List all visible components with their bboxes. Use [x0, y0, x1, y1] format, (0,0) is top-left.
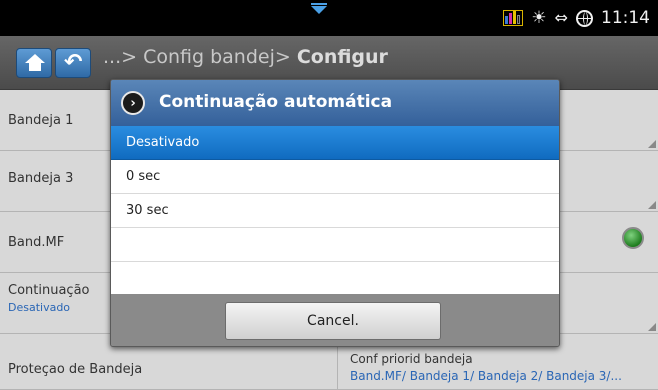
dialog-title: Continuação automática — [159, 92, 393, 112]
sun-icon[interactable]: ☀ — [531, 9, 546, 27]
globe-icon[interactable] — [576, 9, 593, 27]
row-label: Band.MF — [8, 235, 65, 250]
status-led-icon — [622, 227, 644, 249]
back-button[interactable]: ↶ — [55, 48, 91, 78]
corner-indicator-icon — [648, 201, 656, 209]
option-desativado[interactable]: Desativado — [111, 126, 559, 160]
dialog-title-bar: › Continuação automática — [111, 80, 559, 126]
breadcrumb: ...> Config bandej> Configur — [103, 46, 388, 68]
auto-continue-dialog: › Continuação automática Desativado 0 se… — [110, 79, 560, 347]
breadcrumb-current: Configur — [296, 46, 388, 68]
home-button[interactable] — [16, 48, 52, 78]
breadcrumb-path: ...> Config bandej> — [103, 46, 297, 68]
home-icon — [25, 54, 45, 71]
down-arrow-icon[interactable] — [311, 3, 327, 14]
option-0-sec[interactable]: 0 sec — [111, 160, 559, 194]
toner-level-icon[interactable] — [503, 10, 524, 26]
row-label: Proteçao de Bandeja — [8, 362, 143, 377]
clock: 11:14 — [601, 8, 650, 28]
status-bar: ☀ ⇔ 11:14 — [0, 0, 658, 36]
back-arrow-icon: ↶ — [64, 50, 83, 75]
dialog-button-area: Cancel. — [111, 294, 559, 346]
network-arrows-icon[interactable]: ⇔ — [555, 10, 568, 26]
row-label: Bandeja 1 — [8, 113, 74, 128]
corner-indicator-icon — [648, 323, 656, 331]
option-list: Desativado 0 sec 30 sec — [111, 126, 559, 296]
chevron-right-icon: › — [121, 91, 145, 115]
option-empty — [111, 262, 559, 296]
tray-priority-value: Band.MF/ Bandeja 1/ Bandeja 2/ Bandeja 3… — [350, 369, 622, 383]
row-label: Bandeja 3 — [8, 171, 74, 186]
option-empty — [111, 228, 559, 262]
row-label: Continuação — [8, 283, 90, 298]
cancel-button[interactable]: Cancel. — [225, 302, 441, 340]
tray-priority-label[interactable]: Conf priorid bandeja — [350, 352, 473, 366]
status-icons: ☀ ⇔ 11:14 — [503, 8, 650, 28]
corner-indicator-icon — [648, 140, 656, 148]
option-30-sec[interactable]: 30 sec — [111, 194, 559, 228]
row-value: Desativado — [8, 301, 71, 314]
